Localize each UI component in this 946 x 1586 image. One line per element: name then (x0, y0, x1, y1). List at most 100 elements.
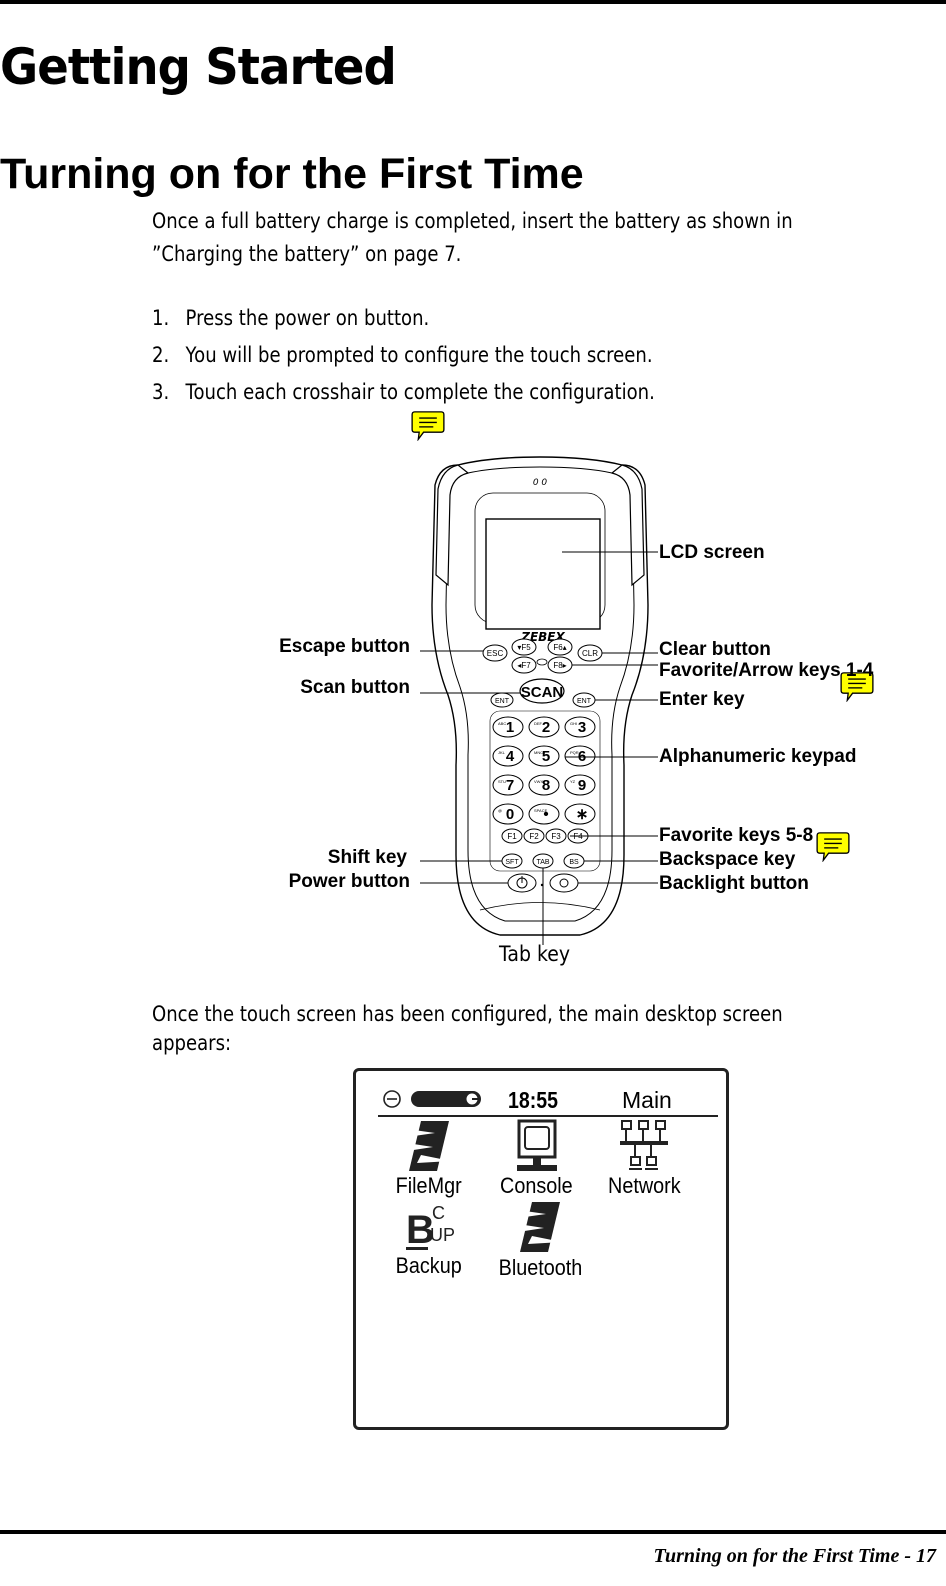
key-bs: BS (569, 859, 579, 866)
svg-text:DEF: DEF (534, 721, 543, 726)
app-label: Bluetooth (498, 1255, 582, 1280)
keypad-key: 1ABC (492, 716, 524, 738)
page-footer: Turning on for the First Time - 17 (653, 1545, 936, 1567)
svg-text:MNO: MNO (534, 750, 543, 755)
key-tab: TAB (536, 859, 549, 866)
after-paragraph-line1: Once the touch screen has been configure… (152, 1002, 783, 1026)
keypad-key: 9YZ (564, 774, 596, 796)
svg-text:YZ: YZ (570, 779, 576, 784)
key-ent-left: ENT (495, 698, 510, 705)
svg-text:2: 2 (542, 719, 550, 736)
bottom-rule (0, 1530, 946, 1534)
svg-text:JKL: JKL (498, 750, 506, 755)
callout-shift-key: Shift key (327, 847, 407, 868)
app-label: Backup (395, 1253, 463, 1278)
callout-enter-key: Enter key (659, 689, 745, 710)
key-f7: ◂F7 (517, 661, 531, 670)
key-f5: ▾F5 (517, 643, 531, 652)
chapter-title: Getting Started (0, 38, 397, 96)
app-label: Console (499, 1173, 573, 1198)
clock: 18:55 (508, 1087, 559, 1113)
app-filemgr[interactable]: FileMgr (374, 1119, 484, 1199)
callout-backspace-key: Backspace key (659, 849, 796, 870)
keypad-key: •SPACE (528, 803, 560, 825)
svg-text:1: 1 (506, 719, 514, 736)
keypad-key: 4JKL (492, 745, 524, 767)
app-label: FileMgr (395, 1173, 463, 1198)
backup-icon: B C UP (406, 1203, 454, 1252)
step-number: 1. (152, 306, 170, 330)
comment-note-icon[interactable] (814, 832, 852, 862)
intro-paragraph-line1: Once a full battery charge is completed,… (152, 209, 793, 233)
key-f8: F8▸ (553, 661, 566, 670)
key-sft: SFT (505, 859, 519, 866)
after-paragraph-line2: appears: (152, 1031, 232, 1055)
svg-text:4: 4 (506, 748, 515, 765)
svg-text:F1: F1 (507, 832, 517, 841)
svg-text:F3: F3 (551, 832, 561, 841)
function-key: F3 (545, 828, 567, 844)
desktop-screen: 18:55 Main FileMgr Console Network B C U… (353, 1068, 729, 1430)
key-f6: F6▴ (553, 643, 566, 652)
comment-note-icon[interactable] (409, 411, 447, 441)
svg-text:ABC: ABC (498, 721, 506, 726)
console-icon (517, 1119, 557, 1171)
svg-text:0 0: 0 0 (533, 478, 548, 488)
keypad-key: 8VWX (528, 774, 560, 796)
svg-text:VWX: VWX (534, 779, 543, 784)
svg-text:@: @ (498, 808, 502, 813)
filemgr-icon (407, 1121, 451, 1171)
callout-escape-button: Escape button (279, 636, 410, 657)
step-number: 3. (152, 380, 170, 404)
app-network[interactable]: Network (589, 1119, 699, 1199)
callout-lcd-screen: LCD screen (659, 542, 765, 563)
app-console[interactable]: Console (481, 1119, 591, 1199)
section-title: Turning on for the First Time (0, 150, 584, 198)
svg-text:F2: F2 (529, 832, 539, 841)
step-1: 1. Press the power on button. (152, 306, 429, 330)
bluetooth-icon (518, 1202, 562, 1252)
network-icon (620, 1120, 668, 1170)
screen-title: Main (622, 1087, 672, 1113)
intro-paragraph-line2: ”Charging the battery” on page 7. (152, 242, 462, 266)
keypad-key: 6PQR (564, 745, 596, 767)
app-label: Network (607, 1173, 681, 1198)
keypad-key: 2DEF (528, 716, 560, 738)
callout-favorite-arrow-keys: Favorite/Arrow keys 1-4 (659, 660, 874, 681)
callout-backlight-button: Backlight button (659, 873, 809, 894)
keypad-key: 7STU (492, 774, 524, 796)
function-key: F1 (501, 828, 523, 844)
minus-circle-icon[interactable] (382, 1089, 402, 1109)
key-scan: SCAN (521, 684, 564, 701)
svg-text:UP: UP (430, 1225, 454, 1245)
step-text: You will be prompted to configure the to… (185, 343, 653, 367)
callout-favorite-keys-5-8: Favorite keys 5-8 (659, 825, 814, 846)
step-text: Press the power on button. (185, 306, 430, 330)
key-clr: CLR (582, 649, 598, 658)
keypad-key: ∗ (564, 803, 596, 825)
callout-clear-button: Clear button (659, 639, 771, 660)
callout-alphanumeric-keypad: Alphanumeric keypad (659, 746, 857, 767)
svg-text:0: 0 (506, 806, 514, 823)
svg-text:3: 3 (578, 719, 586, 736)
step-number: 2. (152, 343, 170, 367)
function-key: F2 (523, 828, 545, 844)
svg-text:GHI: GHI (570, 721, 577, 726)
callout-scan-button: Scan button (300, 677, 410, 698)
battery-icon[interactable] (410, 1089, 482, 1109)
svg-text:PQR: PQR (570, 750, 579, 755)
keypad-key: 0@ (492, 803, 524, 825)
key-ent-right: ENT (577, 698, 592, 705)
step-3: 3. Touch each crosshair to complete the c… (152, 380, 655, 404)
callout-power-button: Power button (288, 871, 410, 892)
step-2: 2. You will be prompted to configure the … (152, 343, 653, 367)
svg-text:C: C (432, 1203, 445, 1223)
top-rule (0, 0, 946, 4)
svg-text:SPACE: SPACE (534, 808, 548, 813)
step-text: Touch each crosshair to complete the con… (185, 380, 655, 404)
app-backup[interactable]: B C UP Backup (374, 1199, 484, 1279)
keypad-key: 3GHI (564, 716, 596, 738)
status-bar: 18:55 Main (378, 1081, 718, 1117)
app-bluetooth[interactable]: Bluetooth (485, 1199, 595, 1281)
callout-tab-key: Tab key (499, 942, 571, 966)
